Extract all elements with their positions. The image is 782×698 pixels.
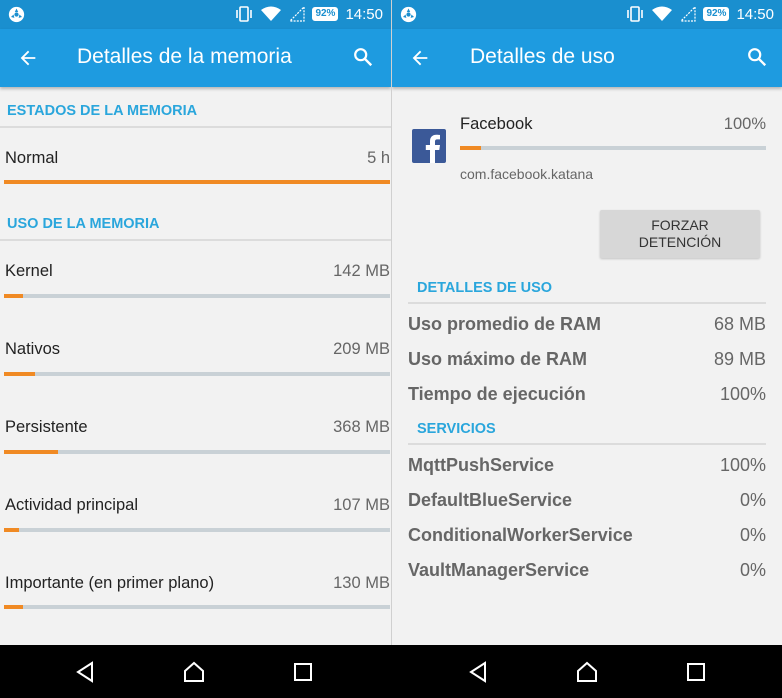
app-bar: Detalles de la memoria	[0, 29, 391, 87]
state-label: Normal	[5, 149, 59, 167]
nav-back-icon[interactable]	[465, 659, 491, 685]
usage-value: 107 MB	[333, 496, 390, 514]
usage-label: Importante (en primer plano)	[5, 574, 215, 592]
usage-progress-track	[4, 450, 390, 454]
usage-detail-label: Tiempo de ejecución	[408, 384, 586, 404]
search-icon[interactable]	[352, 46, 374, 68]
nav-home-icon[interactable]	[574, 659, 600, 685]
usage-progress-track	[4, 605, 390, 609]
vibrate-icon	[627, 6, 644, 22]
battery-icon: 92%	[703, 7, 730, 21]
navigation-bar	[0, 645, 782, 698]
usage-value: 368 MB	[333, 418, 390, 436]
status-bar: 92% 14:50	[392, 0, 782, 29]
usage-value: 209 MB	[333, 340, 390, 358]
app-usage-progress-fill	[460, 146, 482, 150]
service-label: ConditionalWorkerService	[408, 525, 633, 545]
usage-label: Actividad principal	[5, 496, 138, 514]
app-package-name: com.facebook.katana	[460, 166, 594, 182]
usage-detail-label: Uso máximo de RAM	[408, 349, 588, 369]
nav-recents-icon[interactable]	[683, 659, 709, 685]
section-divider	[408, 302, 766, 304]
usage-detail-value: 89 MB	[713, 349, 766, 369]
state-progress-fill	[4, 180, 390, 184]
service-label: VaultManagerService	[408, 560, 590, 580]
memory-details-screen: 92% 14:50 Detalles de la memoria ESTADOS…	[0, 0, 391, 645]
app-usage-percent: 100%	[723, 115, 766, 133]
app-name: Facebook	[460, 115, 533, 133]
nav-home-icon[interactable]	[181, 659, 207, 685]
state-value: 5 h	[367, 149, 390, 167]
nav-back-icon[interactable]	[72, 659, 98, 685]
search-icon[interactable]	[746, 46, 768, 68]
service-value: 0%	[739, 560, 766, 580]
status-time: 14:50	[736, 5, 774, 23]
service-value: 100%	[719, 455, 766, 475]
usage-value: 130 MB	[333, 574, 390, 592]
usage-value: 142 MB	[333, 262, 390, 280]
section-divider	[0, 239, 391, 241]
status-time: 14:50	[345, 5, 383, 23]
nav-recents-icon[interactable]	[290, 659, 316, 685]
section-header-usage-details: DETALLES DE USO	[417, 280, 553, 296]
section-header-memory-usage: USO DE LA MEMORIA	[7, 216, 160, 232]
usage-detail-value: 100%	[719, 384, 766, 404]
usage-label: Nativos	[5, 340, 61, 358]
app-usage-progress-track	[460, 146, 766, 150]
section-header-memory-states: ESTADOS DE LA MEMORIA	[7, 103, 198, 119]
force-stop-label-line1: FORZAR	[651, 217, 709, 233]
service-value: 0%	[739, 490, 766, 510]
usage-progress-track	[4, 294, 390, 298]
facebook-app-icon	[412, 129, 446, 163]
usage-detail-label: Uso promedio de RAM	[408, 314, 602, 334]
state-progress-track	[4, 180, 390, 184]
screen-record-icon	[400, 6, 417, 23]
service-label: DefaultBlueService	[408, 490, 573, 510]
usage-progress-fill	[4, 528, 20, 532]
battery-icon: 92%	[312, 7, 339, 21]
vibrate-icon	[236, 6, 253, 22]
usage-details-screen: 92% 14:50 Detalles de uso Facebook 100% …	[392, 0, 782, 645]
screen-record-icon	[8, 6, 25, 23]
section-divider	[408, 443, 766, 445]
back-arrow-icon[interactable]	[409, 47, 431, 69]
section-header-services: SERVICIOS	[417, 421, 496, 437]
page-title: Detalles de uso	[470, 45, 615, 68]
usage-label: Persistente	[5, 418, 88, 436]
signal-icon	[680, 6, 697, 22]
usage-progress-fill	[4, 294, 24, 298]
wifi-icon	[652, 6, 673, 21]
usage-progress-track	[4, 372, 390, 376]
signal-icon	[289, 6, 306, 22]
back-arrow-icon[interactable]	[17, 47, 39, 69]
usage-progress-track	[4, 528, 390, 532]
section-divider	[0, 126, 391, 128]
service-label: MqttPushService	[408, 455, 555, 475]
page-title: Detalles de la memoria	[77, 45, 292, 68]
usage-progress-fill	[4, 605, 24, 609]
wifi-icon	[261, 6, 282, 21]
usage-progress-fill	[4, 372, 35, 376]
force-stop-label-line2: DETENCIÓN	[638, 234, 722, 250]
facebook-f-icon	[425, 134, 440, 163]
app-bar: Detalles de uso	[392, 29, 782, 87]
force-stop-button[interactable]: FORZAR DETENCIÓN	[600, 210, 760, 258]
service-value: 0%	[739, 525, 766, 545]
usage-progress-fill	[4, 450, 59, 454]
status-bar: 92% 14:50	[0, 0, 391, 29]
usage-detail-value: 68 MB	[713, 314, 766, 334]
usage-label: Kernel	[5, 262, 53, 280]
